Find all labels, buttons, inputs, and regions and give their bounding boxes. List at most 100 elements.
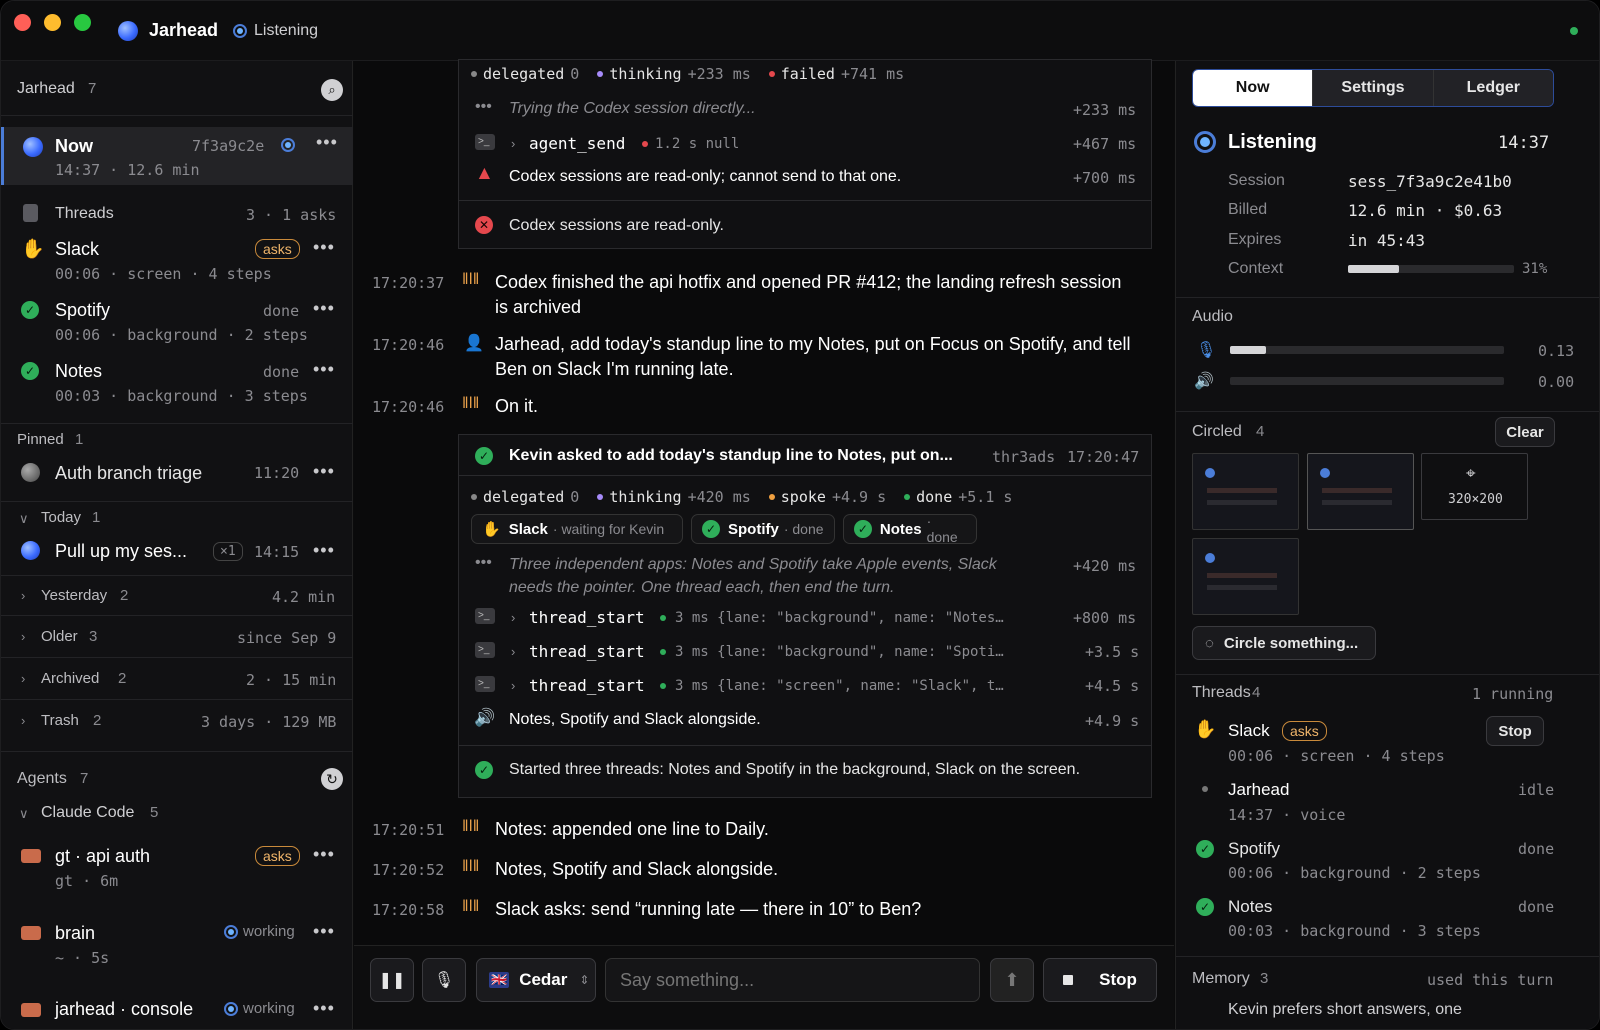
more-icon[interactable]: ••• (313, 540, 335, 561)
context-value: 31% (1522, 261, 1548, 277)
done-check-icon: ✓ (475, 761, 493, 779)
lasso-icon: ◌ (1205, 634, 1214, 652)
group-count: 2 (93, 712, 102, 729)
tool-time: +800 ms (1073, 609, 1137, 627)
message-text-cont: Ben on Slack I'm running late. (495, 359, 734, 379)
circle-region-slot[interactable]: ⌖ 320×200 (1421, 453, 1528, 520)
stat-value: +741 ms (840, 65, 905, 83)
hand-icon: ✋ (482, 521, 501, 538)
claude-code-header: Claude Code (41, 804, 135, 821)
more-icon[interactable]: ••• (313, 237, 335, 258)
message-text: Jarhead, add today's standup line to my … (495, 334, 1131, 354)
tab-now[interactable]: Now (1193, 70, 1313, 106)
thread-state: done (1518, 840, 1555, 858)
now-label: Now (55, 136, 93, 156)
asks-badge: asks (255, 846, 300, 866)
terminal-icon: >_ (475, 134, 495, 150)
pinned-time: 11:20 (254, 464, 300, 482)
agents-count: 7 (80, 770, 89, 787)
tab-ledger[interactable]: Ledger (1432, 70, 1553, 106)
more-icon[interactable]: ••• (313, 359, 335, 380)
more-icon[interactable]: ••• (313, 298, 335, 319)
inspector-panel: Now Settings Ledger Listening 14:37 Sess… (1175, 61, 1599, 1029)
message-text: Notes, Spotify and Slack alongside. (495, 859, 779, 879)
pause-button[interactable]: ❚❚ (370, 958, 414, 1002)
mic-level-bar (1230, 346, 1504, 354)
chevron-right-icon: › (21, 629, 26, 644)
thread-state: done (1518, 898, 1555, 916)
memory-item: Kevin prefers short answers, one (1228, 1001, 1462, 1018)
done-check-icon: ✓ (1196, 840, 1214, 858)
hand-icon: ✋ (21, 239, 45, 260)
stat-label: delegated (483, 65, 565, 83)
circled-thumbnail[interactable] (1307, 453, 1414, 530)
failed-dot-icon (642, 141, 648, 147)
circled-thumbnail[interactable] (1192, 453, 1299, 530)
chip-spotify[interactable]: ✓ Spotify · done (691, 514, 835, 544)
message-time: 17:20:52 (372, 861, 445, 879)
chevron-right-icon: › (511, 610, 516, 625)
refresh-icon[interactable]: ↻ (321, 768, 343, 790)
claude-code-count: 5 (150, 804, 159, 821)
maximize-window-button[interactable] (74, 14, 91, 31)
stop-button[interactable]: Stop (1043, 958, 1157, 1002)
tab-settings[interactable]: Settings (1312, 70, 1433, 106)
thread-meta: 00:06 · background · 2 steps (1228, 864, 1481, 882)
status-time: 14:37 (1498, 133, 1550, 153)
done-check-icon: ✓ (475, 447, 493, 465)
chip-notes[interactable]: ✓ Notes · done (843, 513, 977, 545)
more-icon[interactable]: ••• (313, 844, 335, 865)
stat-value: +4.9 s (831, 488, 887, 506)
chevron-down-icon[interactable]: ∨ (19, 806, 29, 822)
thread-meta: 00:06 · screen · 4 steps (1228, 747, 1445, 765)
threads-header: Threads (1192, 684, 1251, 701)
tool-meta: 3 ms {lane: "background", name: "Spoti… (675, 644, 1004, 660)
thread-name: Spotify (55, 300, 111, 320)
done-check-icon: ✓ (854, 520, 872, 538)
voice-select[interactable]: 🇬🇧 Cedar ⇕ (476, 958, 596, 1002)
stat-value: +5.1 s (958, 488, 1013, 506)
thread-meta: 00:03 · background · 3 steps (1228, 922, 1481, 940)
mic-button[interactable]: 🎙 (422, 958, 466, 1002)
chip-state: · waiting for Kevin (552, 521, 665, 537)
more-icon[interactable]: ••• (313, 921, 335, 942)
search-icon[interactable]: ⌕ (321, 79, 343, 101)
today-item: Pull up my ses... (55, 541, 188, 561)
thread-meta: 00:03 · background · 3 steps (55, 387, 308, 405)
agent-state: working (243, 923, 295, 940)
clear-button[interactable]: Clear (1495, 417, 1555, 447)
done-check-icon: ✓ (702, 520, 720, 538)
chevron-right-icon: › (21, 588, 26, 603)
thought-time: +420 ms (1073, 557, 1137, 575)
thread-state: done (263, 302, 300, 320)
thread-meta: 00:06 · screen · 4 steps (55, 265, 272, 283)
stat-value: +420 ms (687, 488, 751, 506)
minimize-window-button[interactable] (44, 14, 61, 31)
user-icon: 👤 (464, 335, 484, 352)
sidebar-item-now[interactable]: Now 7f3a9c2e ••• 14:37 · 12.6 min (1, 127, 353, 185)
message-input[interactable] (605, 958, 980, 1002)
done-check-icon: ✓ (1196, 898, 1214, 916)
sidebar-count: 7 (88, 80, 97, 97)
send-button[interactable]: ⬆ (990, 958, 1034, 1002)
thinking-dots-icon: ••• (475, 554, 492, 571)
stat-label: thinking (609, 488, 682, 506)
thread-stop-button[interactable]: Stop (1486, 716, 1544, 746)
more-icon[interactable]: ••• (313, 998, 335, 1019)
tool-card-codex: delegated 0 thinking +233 ms failed +741 ms… (458, 59, 1152, 249)
chevron-down-icon[interactable]: ∨ (19, 511, 29, 527)
now-hash: 7f3a9c2e (192, 137, 265, 155)
tool-meta: 1.2 s null (655, 136, 740, 152)
tool-name: thread_start (529, 676, 645, 695)
stat-label: spoke (780, 488, 826, 506)
more-icon[interactable]: ••• (316, 132, 338, 153)
ok-dot-icon (660, 683, 666, 689)
circle-something-button[interactable]: ◌ Circle something... (1192, 626, 1376, 660)
speaker-level-bar (1230, 377, 1504, 385)
more-icon[interactable]: ••• (313, 461, 335, 482)
threads-count: 4 (1252, 684, 1261, 701)
chip-slack[interactable]: ✋ Slack · waiting for Kevin (471, 514, 683, 544)
close-window-button[interactable] (14, 14, 31, 31)
tool-name: thread_start (529, 642, 645, 661)
circled-thumbnail[interactable] (1192, 538, 1299, 615)
